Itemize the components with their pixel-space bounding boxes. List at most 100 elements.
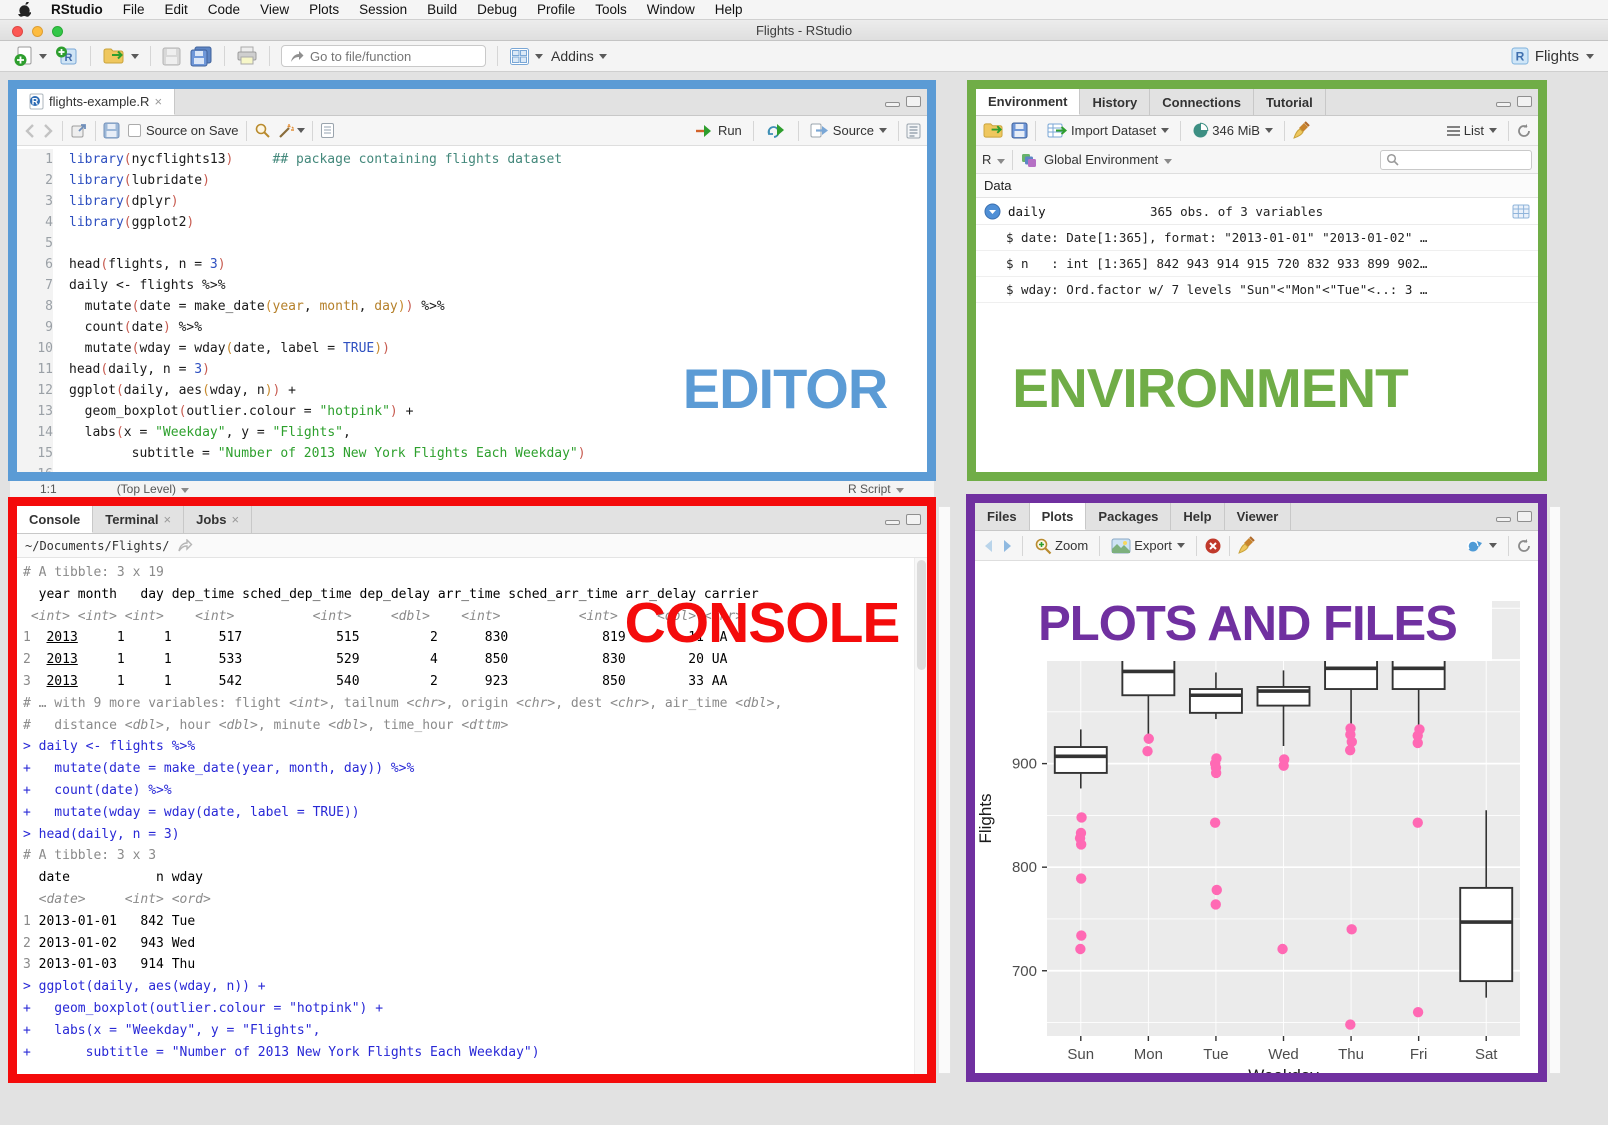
language-selector[interactable]: R bbox=[982, 152, 1005, 167]
addins-button[interactable]: Addins bbox=[547, 48, 611, 64]
refresh-icon[interactable] bbox=[1516, 123, 1532, 139]
tab-environment[interactable]: Environment bbox=[976, 89, 1080, 115]
source-button[interactable]: Source bbox=[806, 123, 891, 138]
environment-search-input[interactable] bbox=[1403, 153, 1523, 167]
code-tools-wand-icon[interactable] bbox=[277, 122, 295, 139]
new-project-button[interactable]: R bbox=[51, 45, 83, 67]
run-button[interactable]: Run bbox=[691, 123, 746, 138]
menu-tools[interactable]: Tools bbox=[595, 2, 627, 17]
workspace-panes-button[interactable] bbox=[505, 47, 547, 66]
menu-view[interactable]: View bbox=[260, 2, 289, 17]
maximize-pane-icon[interactable] bbox=[906, 514, 921, 525]
environment-object-row[interactable]: daily 365 obs. of 3 variables bbox=[976, 198, 1538, 225]
menu-profile[interactable]: Profile bbox=[537, 2, 575, 17]
editor-code-area[interactable]: 1library(nycflights13) ## package contai… bbox=[17, 146, 927, 472]
maximize-pane-icon[interactable] bbox=[906, 96, 921, 107]
document-outline-icon[interactable] bbox=[906, 123, 921, 139]
menu-plots[interactable]: Plots bbox=[309, 2, 339, 17]
minimize-pane-icon[interactable] bbox=[1496, 517, 1511, 522]
tab-packages[interactable]: Packages bbox=[1086, 503, 1171, 530]
save-workspace-icon[interactable] bbox=[1011, 122, 1028, 139]
tab-connections[interactable]: Connections bbox=[1150, 89, 1254, 115]
minimize-pane-icon[interactable] bbox=[885, 102, 900, 107]
close-tab-icon[interactable]: × bbox=[154, 94, 162, 109]
tab-flights-example[interactable]: R flights-example.R × bbox=[17, 89, 175, 115]
environment-field-row[interactable]: $ wday: Ord.factor w/ 7 levels "Sun"<"Mo… bbox=[976, 277, 1538, 303]
code-token: ) bbox=[398, 299, 406, 314]
save-button[interactable] bbox=[158, 47, 185, 66]
goto-directory-icon[interactable] bbox=[178, 539, 193, 552]
source-on-save-checkbox[interactable] bbox=[128, 124, 141, 137]
menu-edit[interactable]: Edit bbox=[165, 2, 188, 17]
export-plot-button[interactable]: Export bbox=[1107, 538, 1189, 554]
refresh-plot-icon[interactable] bbox=[1516, 538, 1532, 554]
menu-window[interactable]: Window bbox=[647, 2, 695, 17]
menu-file[interactable]: File bbox=[123, 2, 145, 17]
project-menu-button[interactable]: R Flights bbox=[1510, 46, 1608, 66]
file-type-selector[interactable]: R Script bbox=[848, 482, 904, 496]
view-table-icon[interactable] bbox=[1512, 204, 1530, 219]
load-workspace-icon[interactable] bbox=[982, 121, 1005, 140]
environment-field-row[interactable]: $ date: Date[1:365], format: "2013-01-01… bbox=[976, 225, 1538, 251]
previous-plot-icon[interactable] bbox=[981, 538, 998, 554]
tab-console[interactable]: Console bbox=[17, 506, 93, 533]
next-plot-icon[interactable] bbox=[998, 538, 1015, 554]
publish-button[interactable] bbox=[1461, 537, 1501, 554]
import-dataset-button[interactable]: Import Dataset bbox=[1043, 122, 1173, 139]
menu-code[interactable]: Code bbox=[208, 2, 240, 17]
plot-canvas: 700800900SunMonTueWedThuFriSatWeekdayFli… bbox=[975, 561, 1538, 1073]
tab-help[interactable]: Help bbox=[1171, 503, 1224, 530]
goto-file-input[interactable] bbox=[310, 49, 460, 64]
clear-objects-broom-icon[interactable] bbox=[1292, 121, 1312, 140]
code-token: head bbox=[69, 362, 100, 377]
remove-plot-icon[interactable] bbox=[1204, 537, 1222, 555]
menu-help[interactable]: Help bbox=[715, 2, 743, 17]
compile-report-icon[interactable] bbox=[320, 122, 335, 139]
console-token: + mutate(wday = wday(date, label = TRUE)… bbox=[23, 805, 360, 820]
list-view-button[interactable]: List bbox=[1442, 123, 1501, 138]
environment-search-box[interactable] bbox=[1380, 150, 1532, 170]
environment-scope-selector[interactable]: Global Environment bbox=[1044, 152, 1172, 167]
minimize-pane-icon[interactable] bbox=[1496, 102, 1511, 107]
maximize-pane-icon[interactable] bbox=[1517, 511, 1532, 522]
tab-files[interactable]: Files bbox=[975, 503, 1030, 530]
search-icon[interactable] bbox=[254, 122, 271, 139]
minimize-pane-icon[interactable] bbox=[885, 520, 900, 525]
save-all-button[interactable] bbox=[185, 46, 217, 67]
tab-jobs[interactable]: Jobs× bbox=[184, 506, 252, 533]
plots-outer-scrollbar[interactable] bbox=[1549, 506, 1561, 1074]
memory-usage-button[interactable]: 346 MiB bbox=[1188, 122, 1277, 139]
console-outer-scrollbar[interactable] bbox=[938, 506, 951, 1074]
zoom-plot-button[interactable]: Zoom bbox=[1030, 537, 1092, 555]
menu-session[interactable]: Session bbox=[359, 2, 407, 17]
tab-plots[interactable]: Plots bbox=[1030, 503, 1087, 530]
menu-debug[interactable]: Debug bbox=[477, 2, 517, 17]
back-icon[interactable] bbox=[23, 123, 39, 139]
console-scrollbar[interactable] bbox=[914, 558, 927, 1074]
save-icon[interactable] bbox=[103, 122, 120, 139]
console-line: # … with 9 more variables: flight <int>,… bbox=[23, 693, 913, 715]
apple-icon[interactable] bbox=[18, 2, 31, 17]
open-file-button[interactable] bbox=[98, 46, 143, 66]
menu-build[interactable]: Build bbox=[427, 2, 457, 17]
environment-field-row[interactable]: $ n : int [1:365] 842 943 914 915 720 83… bbox=[976, 251, 1538, 277]
new-file-button[interactable] bbox=[10, 45, 51, 67]
tab-tutorial[interactable]: Tutorial bbox=[1254, 89, 1326, 115]
close-tab-icon[interactable]: × bbox=[164, 512, 172, 527]
console-output[interactable]: # A tibble: 3 x 19 year month day dep_ti… bbox=[17, 558, 913, 1074]
expand-object-icon[interactable] bbox=[984, 203, 1001, 220]
maximize-pane-icon[interactable] bbox=[1517, 96, 1532, 107]
open-in-window-icon[interactable] bbox=[70, 123, 88, 139]
code-tools-caret-icon[interactable] bbox=[297, 128, 305, 133]
close-tab-icon[interactable]: × bbox=[231, 512, 239, 527]
rerun-button[interactable] bbox=[761, 123, 791, 138]
print-button[interactable] bbox=[232, 46, 262, 66]
tab-terminal[interactable]: Terminal× bbox=[93, 506, 184, 533]
clear-plots-broom-icon[interactable] bbox=[1237, 536, 1257, 555]
tab-history[interactable]: History bbox=[1080, 89, 1150, 115]
scope-selector[interactable]: (Top Level) bbox=[117, 482, 190, 496]
forward-icon[interactable] bbox=[39, 123, 55, 139]
goto-file-box[interactable] bbox=[281, 45, 486, 67]
menu-rstudio[interactable]: RStudio bbox=[51, 2, 103, 17]
tab-viewer[interactable]: Viewer bbox=[1225, 503, 1292, 530]
